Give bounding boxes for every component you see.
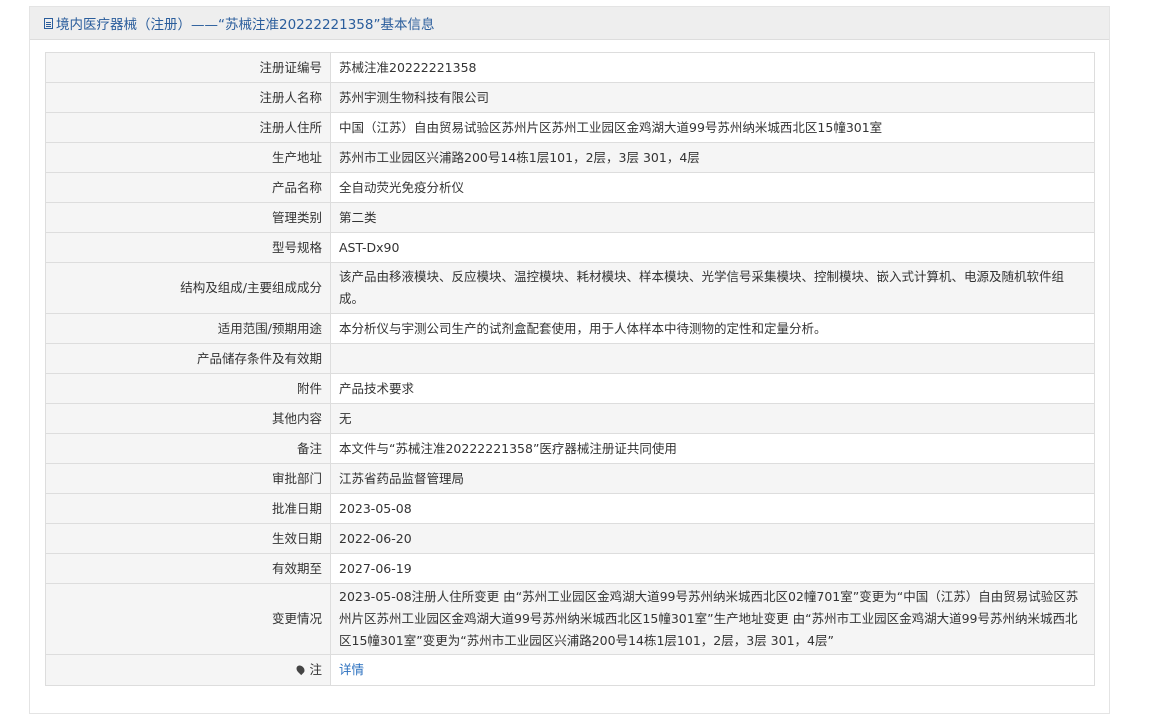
row-label: 变更情况 bbox=[45, 583, 331, 655]
table-row: 附件 产品技术要求 bbox=[45, 373, 1095, 404]
row-label: 生效日期 bbox=[45, 523, 331, 554]
info-panel: 境内医疗器械（注册）——“苏械注准20222221358”基本信息 注册证编号 … bbox=[29, 6, 1110, 714]
table-row: 生效日期 2022-06-20 bbox=[45, 523, 1095, 554]
table-row: 备注 本文件与“苏械注准20222221358”医疗器械注册证共同使用 bbox=[45, 433, 1095, 464]
row-value: 苏械注准20222221358 bbox=[330, 52, 1095, 83]
table-row: 型号规格 AST-Dx90 bbox=[45, 232, 1095, 263]
table-row: 产品名称 全自动荧光免疫分析仪 bbox=[45, 172, 1095, 203]
row-value: 第二类 bbox=[330, 202, 1095, 233]
page-title: 境内医疗器械（注册）——“苏械注准20222221358”基本信息 bbox=[56, 17, 435, 33]
row-value bbox=[330, 343, 1095, 374]
table-row: 注册人住所 中国（江苏）自由贸易试验区苏州片区苏州工业园区金鸡湖大道99号苏州纳… bbox=[45, 112, 1095, 143]
note-value-cell: 详情 bbox=[330, 654, 1095, 686]
row-value: 苏州市工业园区兴浦路200号14栋1层101，2层，3层 301，4层 bbox=[330, 142, 1095, 173]
row-value: 产品技术要求 bbox=[330, 373, 1095, 404]
row-label: 批准日期 bbox=[45, 493, 331, 524]
row-label: 生产地址 bbox=[45, 142, 331, 173]
table-row: 产品储存条件及有效期 bbox=[45, 343, 1095, 374]
table-row: 审批部门 江苏省药品监督管理局 bbox=[45, 463, 1095, 494]
row-value: 全自动荧光免疫分析仪 bbox=[330, 172, 1095, 203]
row-label: 结构及组成/主要组成成分 bbox=[45, 262, 331, 314]
row-label: 其他内容 bbox=[45, 403, 331, 434]
row-value: 该产品由移液模块、反应模块、温控模块、耗材模块、样本模块、光学信号采集模块、控制… bbox=[330, 262, 1095, 314]
row-value: 本分析仪与宇测公司生产的试剂盒配套使用，用于人体样本中待测物的定性和定量分析。 bbox=[330, 313, 1095, 344]
note-label-text: 注 bbox=[309, 661, 322, 677]
note-label: 注 bbox=[295, 659, 322, 681]
row-label: 注册证编号 bbox=[45, 52, 331, 83]
row-value: 苏州宇测生物科技有限公司 bbox=[330, 82, 1095, 113]
note-row: 注 详情 bbox=[45, 654, 1095, 686]
row-value: 2027-06-19 bbox=[330, 553, 1095, 584]
row-value: 本文件与“苏械注准20222221358”医疗器械注册证共同使用 bbox=[330, 433, 1095, 464]
row-label: 注册人住所 bbox=[45, 112, 331, 143]
row-label: 型号规格 bbox=[45, 232, 331, 263]
row-label: 产品名称 bbox=[45, 172, 331, 203]
table-row: 变更情况 2023-05-08注册人住所变更 由“苏州工业园区金鸡湖大道99号苏… bbox=[45, 583, 1095, 655]
row-label: 注册人名称 bbox=[45, 82, 331, 113]
info-table: 注册证编号 苏械注准20222221358 注册人名称 苏州宇测生物科技有限公司… bbox=[45, 52, 1095, 686]
table-row: 其他内容 无 bbox=[45, 403, 1095, 434]
row-label: 适用范围/预期用途 bbox=[45, 313, 331, 344]
row-label: 附件 bbox=[45, 373, 331, 404]
table-row: 有效期至 2027-06-19 bbox=[45, 553, 1095, 584]
details-link[interactable]: 详情 bbox=[339, 662, 364, 677]
row-label: 有效期至 bbox=[45, 553, 331, 584]
panel-header: 境内医疗器械（注册）——“苏械注准20222221358”基本信息 bbox=[30, 7, 1109, 40]
row-value: 江苏省药品监督管理局 bbox=[330, 463, 1095, 494]
table-row: 结构及组成/主要组成成分 该产品由移液模块、反应模块、温控模块、耗材模块、样本模… bbox=[45, 262, 1095, 314]
table-row: 注册人名称 苏州宇测生物科技有限公司 bbox=[45, 82, 1095, 113]
row-label: 管理类别 bbox=[45, 202, 331, 233]
pin-icon bbox=[295, 664, 307, 676]
row-label: 审批部门 bbox=[45, 463, 331, 494]
row-value: 2023-05-08 bbox=[330, 493, 1095, 524]
row-value: AST-Dx90 bbox=[330, 232, 1095, 263]
document-icon bbox=[44, 17, 53, 29]
row-value: 中国（江苏）自由贸易试验区苏州片区苏州工业园区金鸡湖大道99号苏州纳米城西北区1… bbox=[330, 112, 1095, 143]
row-label: 备注 bbox=[45, 433, 331, 464]
row-value: 2022-06-20 bbox=[330, 523, 1095, 554]
note-label-cell: 注 bbox=[45, 654, 331, 686]
row-value: 2023-05-08注册人住所变更 由“苏州工业园区金鸡湖大道99号苏州纳米城西… bbox=[330, 583, 1095, 655]
table-row: 管理类别 第二类 bbox=[45, 202, 1095, 233]
row-value: 无 bbox=[330, 403, 1095, 434]
table-row: 生产地址 苏州市工业园区兴浦路200号14栋1层101，2层，3层 301，4层 bbox=[45, 142, 1095, 173]
table-row: 适用范围/预期用途 本分析仪与宇测公司生产的试剂盒配套使用，用于人体样本中待测物… bbox=[45, 313, 1095, 344]
row-label: 产品储存条件及有效期 bbox=[45, 343, 331, 374]
table-row: 批准日期 2023-05-08 bbox=[45, 493, 1095, 524]
table-row: 注册证编号 苏械注准20222221358 bbox=[45, 52, 1095, 83]
